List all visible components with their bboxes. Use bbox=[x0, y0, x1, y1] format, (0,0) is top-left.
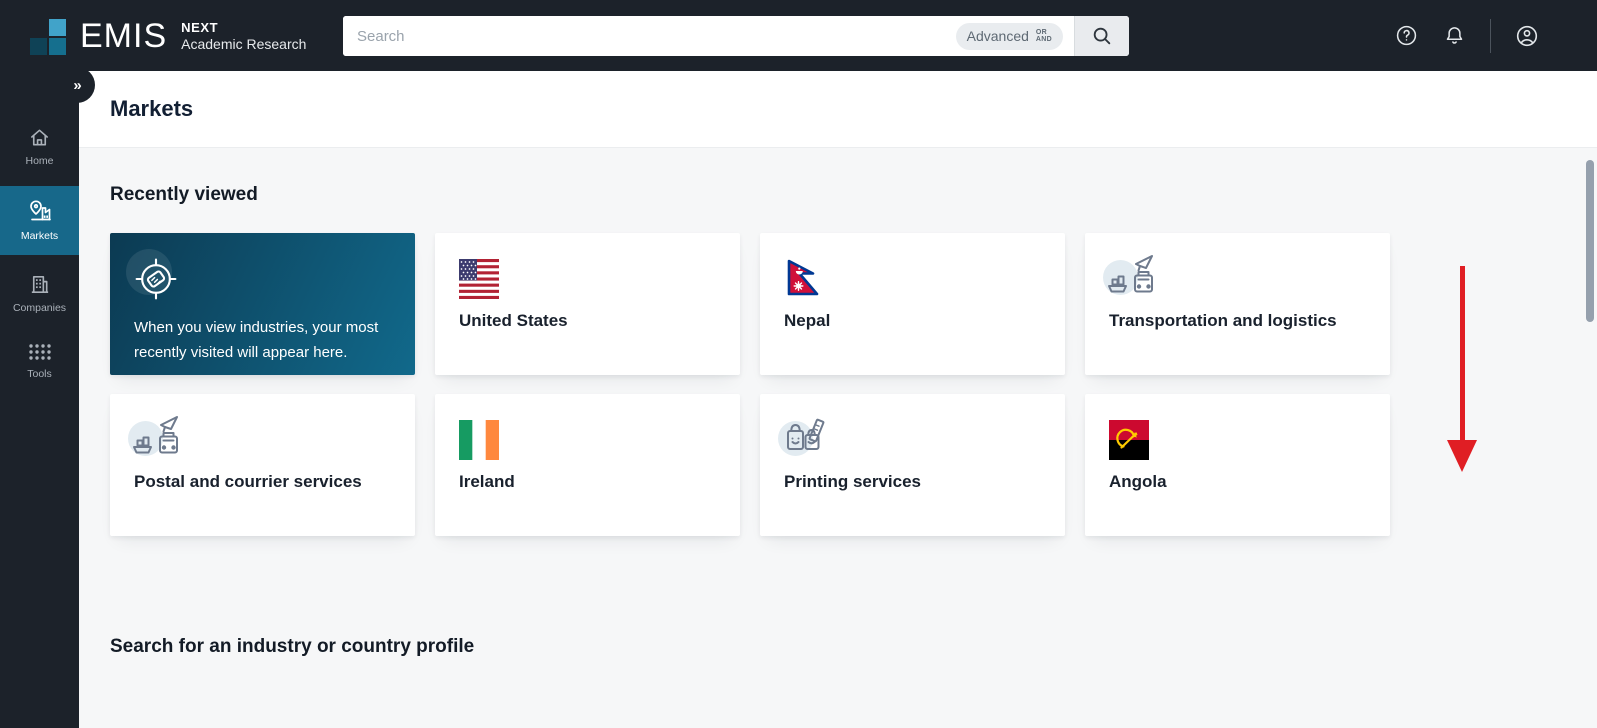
topbar-divider bbox=[1490, 19, 1491, 53]
page-title: Markets bbox=[110, 96, 193, 122]
topbar-actions bbox=[1394, 0, 1539, 71]
emis-logo-icon bbox=[30, 17, 68, 55]
recently-viewed-heading: Recently viewed bbox=[110, 184, 258, 206]
annotation-arrow-head bbox=[1447, 440, 1477, 472]
brand-subtitle: Academic Research bbox=[181, 36, 306, 52]
account-icon bbox=[1515, 24, 1539, 48]
card-label: United States bbox=[459, 310, 724, 332]
brand-name: EMIS bbox=[80, 19, 167, 53]
main-content: Markets Recently viewed When you view in… bbox=[79, 71, 1597, 728]
sidebar: Home Markets bbox=[0, 71, 79, 728]
card-country-united-states[interactable]: United States bbox=[435, 233, 740, 375]
global-search-bar: Advanced OR AND bbox=[343, 16, 1129, 56]
scrollbar[interactable] bbox=[1586, 160, 1594, 322]
notifications-button[interactable] bbox=[1442, 24, 1466, 48]
help-icon bbox=[1395, 24, 1418, 47]
card-label: Postal and courrier services bbox=[134, 471, 399, 493]
sidebar-item-tools[interactable]: Tools bbox=[0, 333, 79, 390]
page-header: Markets bbox=[79, 71, 1597, 148]
brand-product: NEXT bbox=[181, 20, 306, 35]
sidebar-item-markets[interactable]: Markets bbox=[0, 186, 79, 255]
bell-icon bbox=[1443, 24, 1466, 47]
card-industry-postal[interactable]: Postal and courrier services bbox=[110, 394, 415, 536]
sidebar-item-label: Markets bbox=[21, 230, 58, 242]
annotation-arrow-down bbox=[1460, 266, 1465, 442]
card-country-nepal[interactable]: Nepal bbox=[760, 233, 1065, 375]
sidebar-item-home[interactable]: Home bbox=[0, 117, 79, 177]
card-country-ireland[interactable]: Ireland bbox=[435, 394, 740, 536]
advanced-label: Advanced bbox=[967, 28, 1029, 44]
nepal-flag-icon bbox=[784, 259, 824, 299]
emis-logo[interactable]: EMIS NEXT Academic Research bbox=[30, 17, 306, 55]
logo-square-teal bbox=[49, 38, 66, 55]
card-label: Nepal bbox=[784, 310, 1049, 332]
companies-icon bbox=[28, 273, 51, 296]
top-bar: EMIS NEXT Academic Research Advanced OR … bbox=[0, 0, 1597, 71]
industries-placeholder-card: When you view industries, your most rece… bbox=[110, 233, 415, 375]
industry-target-handshake-icon bbox=[132, 255, 180, 303]
card-country-angola[interactable]: Angola bbox=[1085, 394, 1390, 536]
search-profile-heading: Search for an industry or country profil… bbox=[110, 636, 474, 658]
angola-flag-icon bbox=[1109, 420, 1149, 460]
printing-icon bbox=[780, 413, 832, 459]
markets-icon bbox=[27, 198, 53, 224]
card-label: Transportation and logistics bbox=[1109, 310, 1374, 332]
sidebar-item-label: Tools bbox=[27, 368, 52, 380]
tools-grid-icon bbox=[27, 342, 53, 362]
card-label: Ireland bbox=[459, 471, 724, 493]
sidebar-item-label: Companies bbox=[13, 302, 66, 314]
sidebar-item-label: Home bbox=[25, 155, 53, 167]
home-icon bbox=[28, 126, 51, 149]
recently-viewed-grid: When you view industries, your most rece… bbox=[110, 233, 1390, 536]
search-button[interactable] bbox=[1074, 16, 1129, 56]
transportation-icon bbox=[130, 413, 182, 459]
card-industry-printing[interactable]: Printing services bbox=[760, 394, 1065, 536]
advanced-search-button[interactable]: Advanced OR AND bbox=[956, 23, 1063, 50]
chevron-double-right-icon: » bbox=[73, 77, 80, 94]
placeholder-message: When you view industries, your most rece… bbox=[134, 315, 390, 365]
transportation-icon bbox=[1105, 252, 1157, 298]
card-label: Printing services bbox=[784, 471, 1049, 493]
sidebar-item-companies[interactable]: Companies bbox=[0, 264, 79, 324]
search-icon bbox=[1091, 25, 1113, 47]
card-label: Angola bbox=[1109, 471, 1374, 493]
logo-square-light bbox=[49, 19, 66, 36]
logo-square-dark bbox=[30, 38, 47, 55]
united-states-flag-icon bbox=[459, 259, 499, 299]
boolean-operators-icon: OR AND bbox=[1036, 29, 1052, 43]
sidebar-expand-button[interactable]: » bbox=[59, 67, 95, 103]
help-button[interactable] bbox=[1394, 24, 1418, 48]
card-industry-transportation[interactable]: Transportation and logistics bbox=[1085, 233, 1390, 375]
account-button[interactable] bbox=[1515, 24, 1539, 48]
search-input[interactable] bbox=[343, 16, 956, 56]
ireland-flag-icon bbox=[459, 420, 499, 460]
